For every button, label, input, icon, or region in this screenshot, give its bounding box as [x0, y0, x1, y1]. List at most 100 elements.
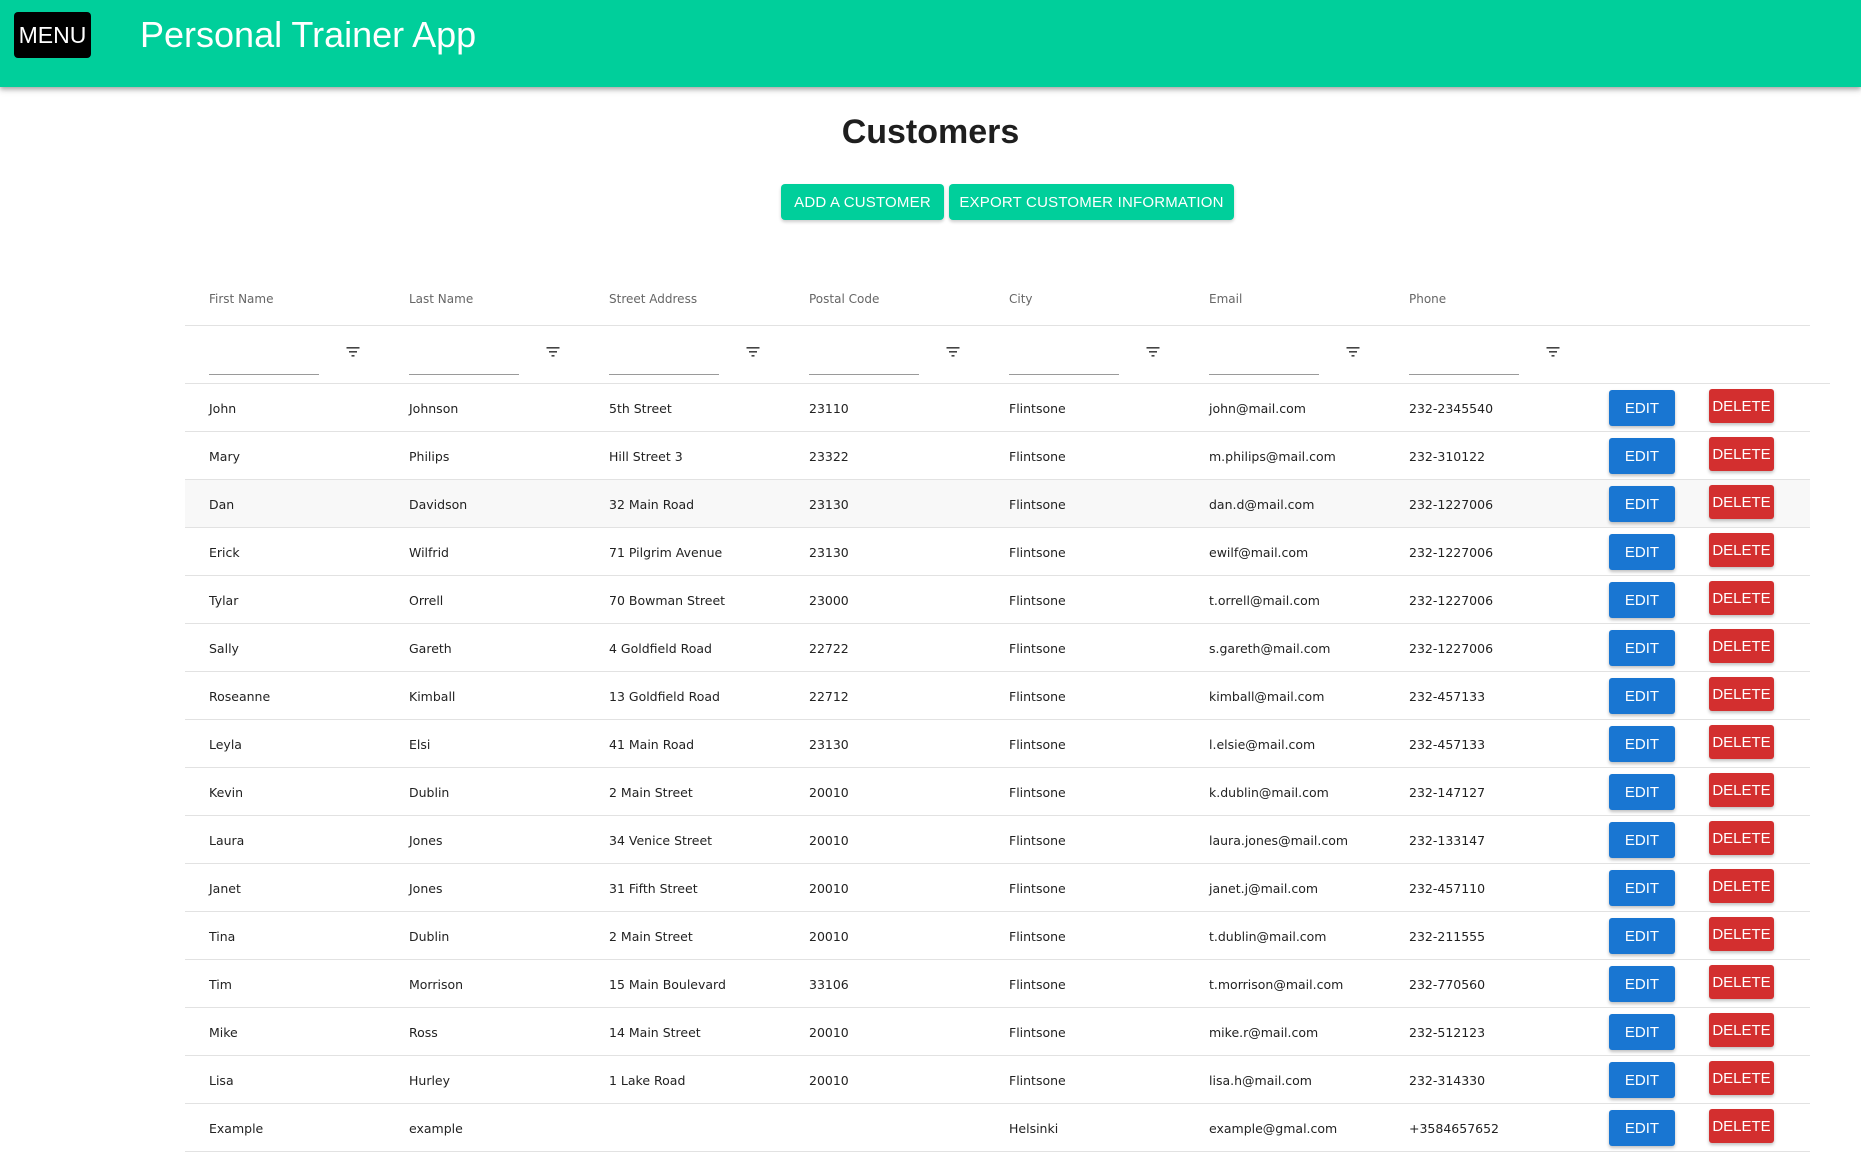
cell-last-name: Johnson	[409, 401, 459, 416]
edit-button[interactable]: EDIT	[1609, 534, 1675, 570]
cell-postal-code: 23130	[809, 737, 849, 752]
delete-button[interactable]: DELETE	[1709, 485, 1774, 519]
edit-button[interactable]: EDIT	[1609, 390, 1675, 426]
filter-icon[interactable]	[945, 344, 961, 360]
cell-email: t.dublin@mail.com	[1209, 929, 1327, 944]
edit-button[interactable]: EDIT	[1609, 1110, 1675, 1146]
column-header-last-name[interactable]: Last Name	[409, 292, 473, 306]
edit-button[interactable]: EDIT	[1609, 630, 1675, 666]
delete-button[interactable]: DELETE	[1709, 533, 1774, 567]
cell-email: t.morrison@mail.com	[1209, 977, 1344, 992]
cell-city: Flintsone	[1009, 929, 1066, 944]
cell-phone: 232-770560	[1409, 977, 1486, 992]
cell-phone: 232-1227006	[1409, 545, 1494, 560]
edit-button[interactable]: EDIT	[1609, 726, 1675, 762]
cell-email: dan.d@mail.com	[1209, 497, 1315, 512]
delete-button[interactable]: DELETE	[1709, 1061, 1774, 1095]
table-row: Tina Dublin 2 Main Street 20010 Flintsone t.d…	[185, 912, 1810, 960]
filter-input-city[interactable]	[1009, 346, 1119, 375]
edit-button[interactable]: EDIT	[1609, 438, 1675, 474]
filter-input-postal-code[interactable]	[809, 346, 919, 375]
edit-button[interactable]: EDIT	[1609, 966, 1675, 1002]
delete-button[interactable]: DELETE	[1709, 1109, 1774, 1143]
cell-last-name: Jones	[409, 881, 443, 896]
delete-button[interactable]: DELETE	[1709, 389, 1774, 423]
cell-phone: 232-457110	[1409, 881, 1486, 896]
delete-button[interactable]: DELETE	[1709, 869, 1774, 903]
filter-icon[interactable]	[745, 344, 761, 360]
filter-input-street-address[interactable]	[609, 346, 719, 375]
edit-button[interactable]: EDIT	[1609, 1062, 1675, 1098]
menu-button[interactable]: MENU	[14, 12, 91, 58]
cell-phone: 232-2345540	[1409, 401, 1494, 416]
edit-button[interactable]: EDIT	[1609, 774, 1675, 810]
add-customer-button[interactable]: ADD A CUSTOMER	[781, 184, 944, 220]
edit-button[interactable]: EDIT	[1609, 870, 1675, 906]
edit-button[interactable]: EDIT	[1609, 1014, 1675, 1050]
table-row: Example example Helsinki example@gmal.com +3…	[185, 1104, 1810, 1152]
cell-street-address: 1 Lake Road	[609, 1073, 686, 1088]
edit-button[interactable]: EDIT	[1609, 918, 1675, 954]
delete-button[interactable]: DELETE	[1709, 677, 1774, 711]
cell-postal-code: 22722	[809, 641, 849, 656]
delete-button[interactable]: DELETE	[1709, 965, 1774, 999]
column-header-phone[interactable]: Phone	[1409, 292, 1446, 306]
cell-street-address: 15 Main Boulevard	[609, 977, 726, 992]
cell-phone: 232-310122	[1409, 449, 1486, 464]
cell-first-name: Sally	[209, 641, 239, 656]
edit-button[interactable]: EDIT	[1609, 582, 1675, 618]
cell-postal-code: 23130	[809, 497, 849, 512]
cell-last-name: Davidson	[409, 497, 468, 512]
table-row: Dan Davidson 32 Main Road 23130 Flintsone dan…	[185, 480, 1810, 528]
cell-email: john@mail.com	[1209, 401, 1306, 416]
cell-phone: 232-457133	[1409, 689, 1486, 704]
cell-phone: 232-147127	[1409, 785, 1486, 800]
cell-street-address: 13 Goldfield Road	[609, 689, 720, 704]
cell-email: example@gmal.com	[1209, 1121, 1338, 1136]
filter-input-phone[interactable]	[1409, 346, 1519, 375]
edit-button[interactable]: EDIT	[1609, 822, 1675, 858]
export-customer-button[interactable]: EXPORT CUSTOMER INFORMATION	[949, 184, 1234, 220]
column-header-city[interactable]: City	[1009, 292, 1033, 306]
table-row: Janet Jones 31 Fifth Street 20010 Flintsone j…	[185, 864, 1810, 912]
filter-icon[interactable]	[1545, 344, 1561, 360]
table-row: Tylar Orrell 70 Bowman Street 23000 Flintson…	[185, 576, 1810, 624]
cell-last-name: Gareth	[409, 641, 452, 656]
cell-phone: 232-1227006	[1409, 593, 1494, 608]
filter-input-last-name[interactable]	[409, 346, 519, 375]
delete-button[interactable]: DELETE	[1709, 629, 1774, 663]
column-header-street-address[interactable]: Street Address	[609, 292, 697, 306]
delete-button[interactable]: DELETE	[1709, 917, 1774, 951]
delete-button[interactable]: DELETE	[1709, 581, 1774, 615]
column-header-first-name[interactable]: First Name	[209, 292, 273, 306]
column-header-postal-code[interactable]: Postal Code	[809, 292, 879, 306]
cell-city: Flintsone	[1009, 593, 1066, 608]
delete-button[interactable]: DELETE	[1709, 725, 1774, 759]
column-header-email[interactable]: Email	[1209, 292, 1242, 306]
filter-icon[interactable]	[1145, 344, 1161, 360]
edit-button[interactable]: EDIT	[1609, 678, 1675, 714]
delete-button[interactable]: DELETE	[1709, 437, 1774, 471]
filter-input-email[interactable]	[1209, 346, 1319, 375]
edit-button[interactable]: EDIT	[1609, 486, 1675, 522]
table-row: John Johnson 5th Street 23110 Flintsone john@…	[185, 384, 1810, 432]
cell-city: Flintsone	[1009, 785, 1066, 800]
filter-input-first-name[interactable]	[209, 346, 319, 375]
table-header: First Name Last Name Street Address Postal …	[185, 270, 1810, 326]
cell-last-name: Ross	[409, 1025, 438, 1040]
filter-icon[interactable]	[1345, 344, 1361, 360]
delete-button[interactable]: DELETE	[1709, 1013, 1774, 1047]
cell-phone: 232-133147	[1409, 833, 1486, 848]
filter-icon[interactable]	[345, 344, 361, 360]
cell-postal-code: 20010	[809, 929, 849, 944]
cell-postal-code: 20010	[809, 833, 849, 848]
cell-phone: +3584657652	[1409, 1121, 1500, 1136]
table-row: Laura Jones 34 Venice Street 20010 Flintsone…	[185, 816, 1810, 864]
filter-icon[interactable]	[545, 344, 561, 360]
cell-city: Flintsone	[1009, 737, 1066, 752]
cell-phone: 232-211555	[1409, 929, 1486, 944]
cell-city: Flintsone	[1009, 1073, 1066, 1088]
cell-city: Flintsone	[1009, 689, 1066, 704]
delete-button[interactable]: DELETE	[1709, 821, 1774, 855]
delete-button[interactable]: DELETE	[1709, 773, 1774, 807]
